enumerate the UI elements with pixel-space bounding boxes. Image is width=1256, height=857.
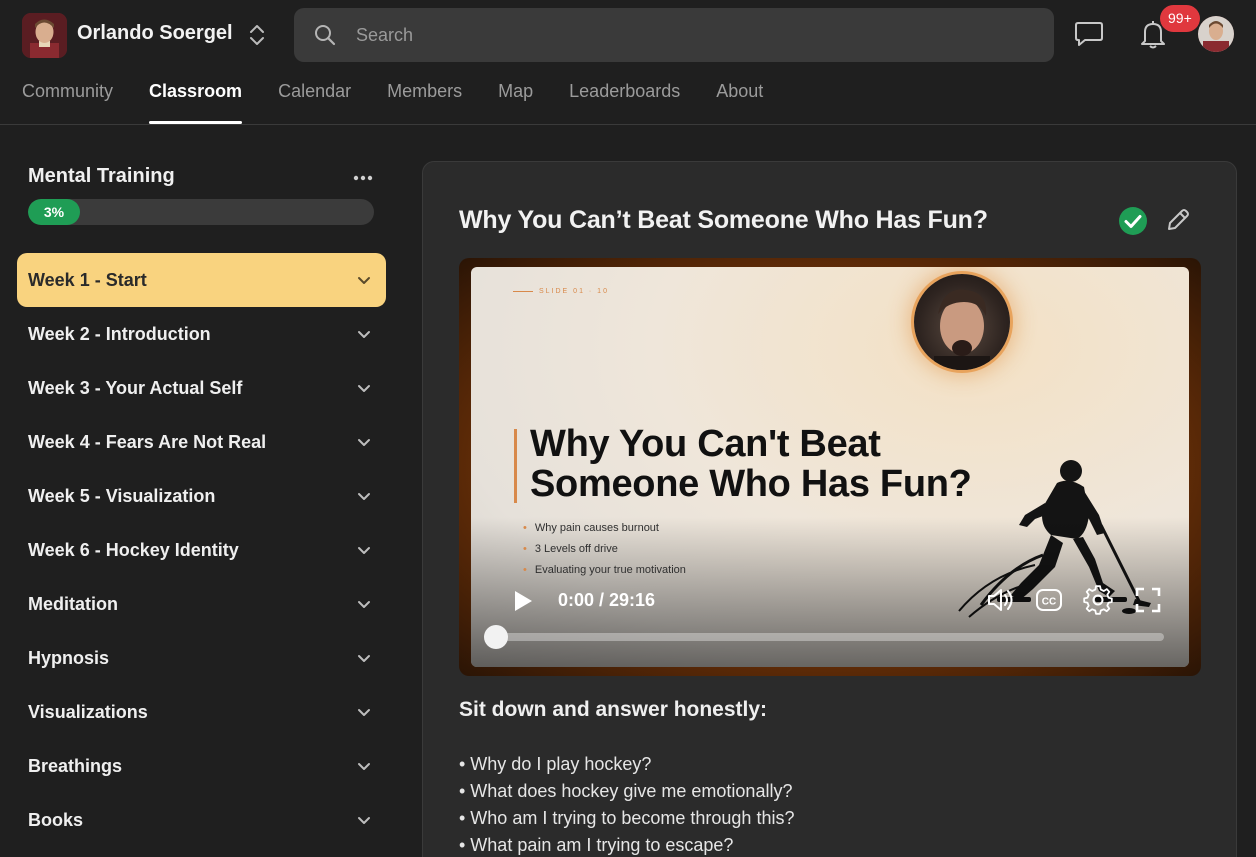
more-icon[interactable] — [352, 174, 374, 182]
course-progress-bar: 3% — [28, 199, 374, 225]
play-icon[interactable] — [513, 590, 533, 612]
lesson-section-title: Sit down and answer honestly: — [459, 698, 768, 721]
video-player-frame: SLIDE 01 · 10 Why You Can't Beat Someone… — [459, 258, 1201, 676]
video-time: 0:00 / 29:16 — [558, 590, 656, 610]
fullscreen-icon[interactable] — [1135, 587, 1161, 613]
cc-icon[interactable]: CC — [1035, 587, 1063, 613]
course-progress-label: 3% — [28, 199, 80, 225]
video-player[interactable]: SLIDE 01 · 10 Why You Can't Beat Someone… — [471, 267, 1189, 667]
video-seek-bar[interactable] — [496, 633, 1164, 641]
sidebar-module-item[interactable]: Visualizations — [17, 685, 386, 739]
chat-icon[interactable] — [1074, 20, 1104, 48]
sidebar-module-item[interactable]: Meditation — [17, 577, 386, 631]
module-label: Week 6 - Hockey Identity — [28, 539, 239, 560]
gear-icon[interactable] — [1083, 585, 1113, 615]
module-label: Hypnosis — [28, 647, 110, 668]
chevron-down-icon[interactable] — [357, 489, 371, 503]
sidebar-module-item[interactable]: Breathings — [17, 739, 386, 793]
module-list: Week 1 - Start Week 2 - Introduction Week … — [17, 253, 386, 847]
module-label: Week 4 - Fears Are Not Real — [28, 431, 267, 452]
tab-about[interactable]: About — [716, 78, 763, 124]
module-label: Week 3 - Your Actual Self — [28, 377, 243, 398]
question-item: • Why do I play hockey? — [459, 754, 652, 774]
check-icon[interactable] — [1118, 206, 1148, 236]
module-label: Meditation — [28, 593, 118, 614]
sidebar-module-item[interactable]: Week 6 - Hockey Identity — [17, 523, 386, 577]
chevron-down-icon[interactable] — [357, 759, 371, 773]
sidebar-module-item[interactable]: Week 4 - Fears Are Not Real — [17, 415, 386, 469]
chevron-down-icon[interactable] — [357, 597, 371, 611]
question-item: • Who am I trying to become through this… — [459, 808, 795, 828]
chevron-down-icon[interactable] — [357, 543, 371, 557]
search-bar — [294, 8, 1054, 62]
tab-calendar[interactable]: Calendar — [278, 78, 351, 124]
notification-badge: 99+ — [1160, 5, 1200, 32]
chevron-down-icon[interactable] — [357, 813, 371, 827]
sidebar-module-item[interactable]: Week 1 - Start — [17, 253, 386, 307]
chevron-down-icon[interactable] — [357, 651, 371, 665]
chevron-down-icon[interactable] — [357, 273, 371, 287]
sidebar-module-item[interactable]: Books — [17, 793, 386, 847]
question-item: • What pain am I trying to escape? — [459, 835, 734, 855]
chevron-down-icon[interactable] — [357, 381, 371, 395]
sidebar-module-item[interactable]: Week 3 - Your Actual Self — [17, 361, 386, 415]
edit-icon[interactable] — [1165, 207, 1191, 233]
tab-members[interactable]: Members — [387, 78, 462, 124]
switch-icon[interactable] — [247, 22, 267, 48]
group-avatar[interactable] — [22, 13, 67, 58]
lesson-panel: Why You Can’t Beat Someone Who Has Fun? … — [422, 161, 1237, 857]
svg-text:CC: CC — [1042, 597, 1056, 608]
lesson-questions: • Why do I play hockey? • What does hock… — [459, 751, 794, 857]
sidebar-module-item[interactable]: Hypnosis — [17, 631, 386, 685]
top-header: Orlando Soergel 99+ Community Classroom … — [0, 0, 1256, 125]
module-label: Week 2 - Introduction — [28, 323, 211, 344]
volume-icon[interactable] — [985, 585, 1015, 615]
lesson-title: Why You Can’t Beat Someone Who Has Fun? — [459, 206, 988, 234]
search-input[interactable] — [356, 8, 1036, 62]
module-label: Books — [28, 809, 84, 830]
main-tabs: Community Classroom Calendar Members Map… — [22, 78, 763, 124]
sidebar-module-item[interactable]: Week 5 - Visualization — [17, 469, 386, 523]
question-item: • What does hockey give me emotionally? — [459, 781, 793, 801]
module-label: Week 1 - Start — [28, 269, 147, 290]
tab-leaderboards[interactable]: Leaderboards — [569, 78, 680, 124]
chevron-down-icon[interactable] — [357, 435, 371, 449]
module-label: Visualizations — [28, 701, 148, 722]
chevron-down-icon[interactable] — [357, 705, 371, 719]
video-seek-handle[interactable] — [484, 625, 508, 649]
module-label: Week 5 - Visualization — [28, 485, 216, 506]
tab-map[interactable]: Map — [498, 78, 533, 124]
course-title: Mental Training — [28, 165, 175, 187]
tab-classroom[interactable]: Classroom — [149, 78, 243, 124]
module-label: Breathings — [28, 755, 123, 776]
video-controls: 0:00 / 29:16 CC — [471, 267, 1189, 667]
chevron-down-icon[interactable] — [357, 327, 371, 341]
avatar[interactable] — [1198, 16, 1234, 52]
sidebar-module-item[interactable]: Week 2 - Introduction — [17, 307, 386, 361]
search-icon — [315, 25, 336, 46]
group-name[interactable]: Orlando Soergel — [77, 22, 233, 45]
tab-community[interactable]: Community — [22, 78, 113, 124]
